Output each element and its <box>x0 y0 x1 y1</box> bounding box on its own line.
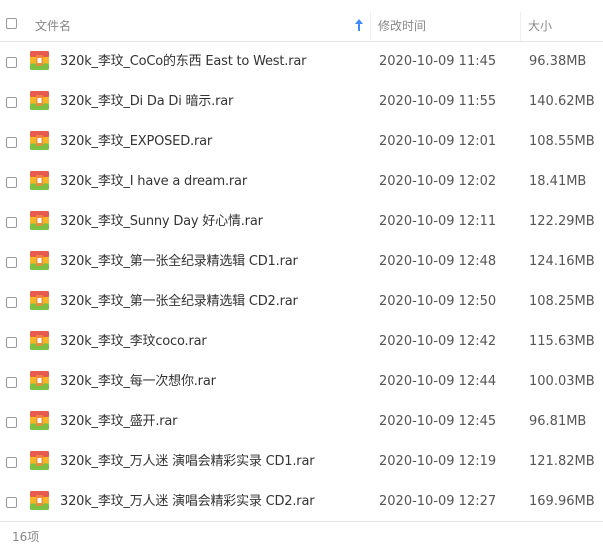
rar-archive-icon <box>30 91 49 110</box>
rar-archive-icon <box>30 451 49 470</box>
row-checkbox[interactable] <box>6 337 17 348</box>
file-name[interactable]: 320k_李玟_第一张全纪录精选辑 CD2.rar <box>60 282 298 322</box>
rar-archive-icon <box>30 411 49 430</box>
file-name[interactable]: 320k_李玟_盛开.rar <box>60 402 178 442</box>
file-row[interactable]: 320k_李玟_盛开.rar 2020-10-09 12:45 96.81MB <box>0 402 603 442</box>
row-checkbox[interactable] <box>6 217 17 228</box>
file-row[interactable]: 320k_李玟_第一张全纪录精选辑 CD1.rar 2020-10-09 12:… <box>0 242 603 282</box>
rar-archive-icon <box>30 211 49 230</box>
file-modified-time: 2020-10-09 12:45 <box>379 414 497 429</box>
file-list: 文件名 修改时间 大小 320k_李玟_CoCo的东西 East to West… <box>0 0 603 549</box>
row-checkbox[interactable] <box>6 297 17 308</box>
file-size: 140.62MB <box>529 94 595 109</box>
row-checkbox[interactable] <box>6 497 17 508</box>
file-size: 108.25MB <box>529 294 595 309</box>
file-row[interactable]: 320k_李玟_第一张全纪录精选辑 CD2.rar 2020-10-09 12:… <box>0 282 603 322</box>
file-modified-time: 2020-10-09 12:01 <box>379 134 497 149</box>
row-checkbox[interactable] <box>6 57 17 68</box>
file-name[interactable]: 320k_李玟_万人迷 演唱会精彩实录 CD1.rar <box>60 442 315 482</box>
file-size: 96.81MB <box>529 414 587 429</box>
file-row[interactable]: 320k_李玟_CoCo的东西 East to West.rar 2020-10… <box>0 42 603 82</box>
row-checkbox[interactable] <box>6 177 17 188</box>
file-name[interactable]: 320k_李玟_每一次想你.rar <box>60 362 216 402</box>
file-modified-time: 2020-10-09 11:55 <box>379 94 497 109</box>
file-name[interactable]: 320k_李玟_EXPOSED.rar <box>60 122 212 162</box>
file-size: 96.38MB <box>529 54 587 69</box>
rar-archive-icon <box>30 131 49 150</box>
list-footer: 16项 <box>0 521 603 549</box>
file-name[interactable]: 320k_李玟_Sunny Day 好心情.rar <box>60 202 263 242</box>
file-size: 121.82MB <box>529 454 595 469</box>
rar-archive-icon <box>30 251 49 270</box>
file-modified-time: 2020-10-09 11:45 <box>379 54 497 69</box>
file-size: 100.03MB <box>529 374 595 389</box>
file-name[interactable]: 320k_李玟_第一张全纪录精选辑 CD1.rar <box>60 242 298 282</box>
rar-archive-icon <box>30 171 49 190</box>
row-checkbox[interactable] <box>6 137 17 148</box>
file-size: 169.96MB <box>529 494 595 509</box>
row-checkbox[interactable] <box>6 257 17 268</box>
file-modified-time: 2020-10-09 12:02 <box>379 174 497 189</box>
rar-archive-icon <box>30 331 49 350</box>
file-size: 124.16MB <box>529 254 595 269</box>
file-row[interactable]: 320k_李玟_李玟coco.rar 2020-10-09 12:42 115.… <box>0 322 603 362</box>
column-header-time[interactable]: 修改时间 <box>378 0 426 41</box>
file-row[interactable]: 320k_李玟_I have a dream.rar 2020-10-09 12… <box>0 162 603 202</box>
file-name[interactable]: 320k_李玟_李玟coco.rar <box>60 322 207 362</box>
row-checkbox[interactable] <box>6 377 17 388</box>
file-rows: 320k_李玟_CoCo的东西 East to West.rar 2020-10… <box>0 42 603 522</box>
item-count: 16项 <box>12 530 40 544</box>
file-size: 18.41MB <box>529 174 587 189</box>
file-modified-time: 2020-10-09 12:48 <box>379 254 497 269</box>
rar-archive-icon <box>30 491 49 510</box>
file-row[interactable]: 320k_李玟_Sunny Day 好心情.rar 2020-10-09 12:… <box>0 202 603 242</box>
file-modified-time: 2020-10-09 12:50 <box>379 294 497 309</box>
file-row[interactable]: 320k_李玟_万人迷 演唱会精彩实录 CD1.rar 2020-10-09 1… <box>0 442 603 482</box>
file-size: 122.29MB <box>529 214 595 229</box>
column-divider[interactable] <box>370 12 371 41</box>
file-modified-time: 2020-10-09 12:44 <box>379 374 497 389</box>
file-name[interactable]: 320k_李玟_万人迷 演唱会精彩实录 CD2.rar <box>60 482 315 522</box>
file-modified-time: 2020-10-09 12:11 <box>379 214 497 229</box>
list-header: 文件名 修改时间 大小 <box>0 0 603 42</box>
file-modified-time: 2020-10-09 12:42 <box>379 334 497 349</box>
file-name[interactable]: 320k_李玟_I have a dream.rar <box>60 162 247 202</box>
row-checkbox[interactable] <box>6 97 17 108</box>
column-header-size[interactable]: 大小 <box>528 0 552 41</box>
rar-archive-icon <box>30 371 49 390</box>
column-divider[interactable] <box>520 12 521 41</box>
rar-archive-icon <box>30 291 49 310</box>
file-row[interactable]: 320k_李玟_每一次想你.rar 2020-10-09 12:44 100.0… <box>0 362 603 402</box>
file-row[interactable]: 320k_李玟_EXPOSED.rar 2020-10-09 12:01 108… <box>0 122 603 162</box>
file-name[interactable]: 320k_李玟_CoCo的东西 East to West.rar <box>60 42 306 82</box>
file-row[interactable]: 320k_李玟_Di Da Di 暗示.rar 2020-10-09 11:55… <box>0 82 603 122</box>
row-checkbox[interactable] <box>6 417 17 428</box>
file-size: 108.55MB <box>529 134 595 149</box>
select-all-checkbox[interactable] <box>6 18 17 29</box>
file-modified-time: 2020-10-09 12:27 <box>379 494 497 509</box>
column-header-name[interactable]: 文件名 <box>34 0 371 41</box>
file-size: 115.63MB <box>529 334 595 349</box>
rar-archive-icon <box>30 51 49 70</box>
sort-ascending-icon[interactable] <box>355 19 363 31</box>
file-row[interactable]: 320k_李玟_万人迷 演唱会精彩实录 CD2.rar 2020-10-09 1… <box>0 482 603 522</box>
file-modified-time: 2020-10-09 12:19 <box>379 454 497 469</box>
file-name[interactable]: 320k_李玟_Di Da Di 暗示.rar <box>60 82 233 122</box>
row-checkbox[interactable] <box>6 457 17 468</box>
